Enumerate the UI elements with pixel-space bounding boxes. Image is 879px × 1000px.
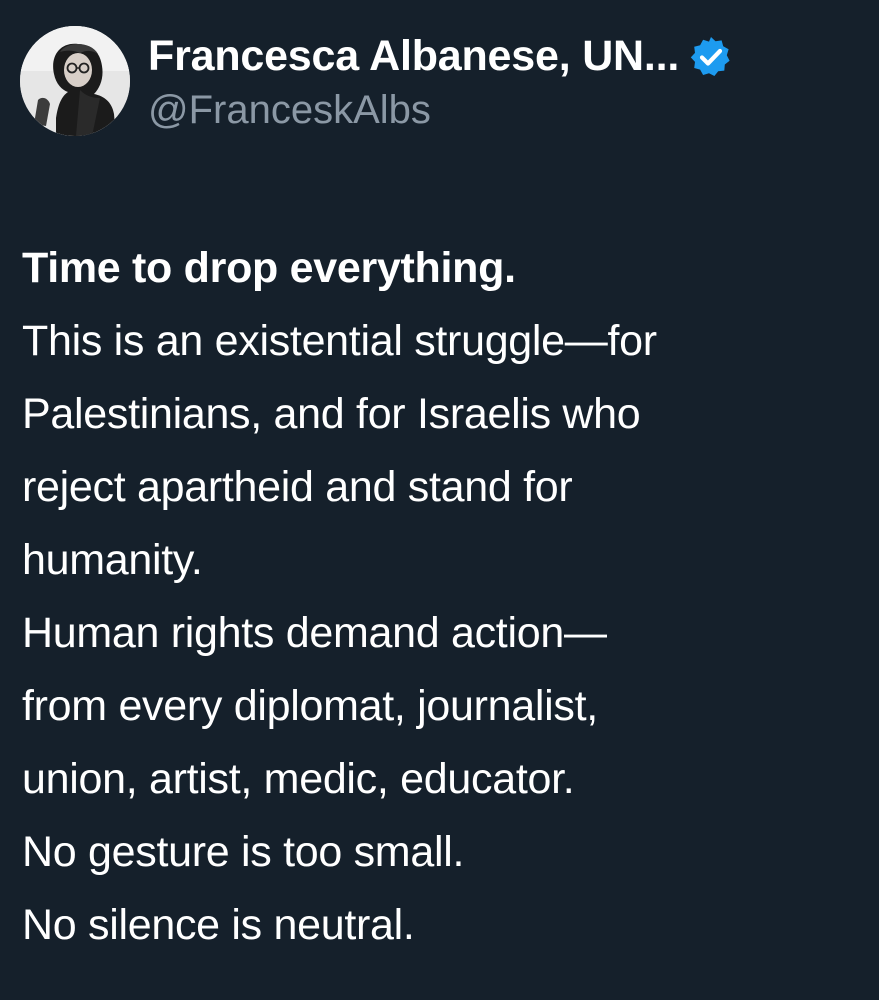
tweet-line: Palestinians, and for Israelis who <box>22 390 641 438</box>
tweet-line: reject apartheid and stand for <box>22 463 573 511</box>
tweet-line: humanity. <box>22 536 203 584</box>
avatar[interactable] <box>20 26 130 136</box>
tweet-card: Francesca Albanese, UN... @FranceskAlbs … <box>0 0 879 1000</box>
tweet-line: Human rights demand action— <box>22 609 607 657</box>
tweet-line: This is an existential struggle—for <box>22 317 657 365</box>
tweet-line: No gesture is too small. <box>22 828 465 876</box>
tweet-line-headline: Time to drop everything. <box>22 244 516 292</box>
author-display-name[interactable]: Francesca Albanese, UN... <box>148 32 679 81</box>
tweet-text: Time to drop everything. This is an exis… <box>22 232 867 962</box>
author-handle[interactable]: @FranceskAlbs <box>148 88 733 133</box>
name-row: Francesca Albanese, UN... <box>148 30 733 84</box>
tweet-line: union, artist, medic, educator. <box>22 755 575 803</box>
tweet-header: Francesca Albanese, UN... @FranceskAlbs <box>20 26 733 136</box>
tweet-line: No silence is neutral. <box>22 901 415 949</box>
verified-badge-icon <box>689 35 733 79</box>
author-identity: Francesca Albanese, UN... @FranceskAlbs <box>148 30 733 133</box>
tweet-line: from every diplomat, journalist, <box>22 682 598 730</box>
avatar-photo-icon <box>20 26 130 136</box>
